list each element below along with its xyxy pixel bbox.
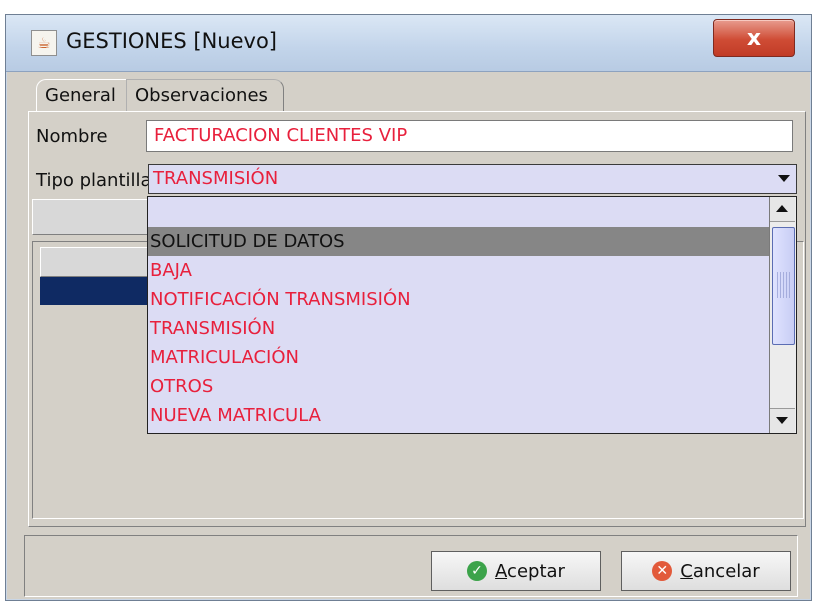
arrow-down-icon xyxy=(776,417,788,424)
title-bar[interactable]: ☕ GESTIONES [Nuevo] x xyxy=(6,15,811,72)
cancelar-button[interactable]: ✕ Cancelar xyxy=(621,551,791,591)
close-icon: x xyxy=(746,25,762,51)
tipo-plantilla-dropdown[interactable]: SOLICITUD DE DATOS BAJA NOTIFICACIÓN TRA… xyxy=(147,196,797,434)
tipo-plantilla-select[interactable]: TRANSMISIÓN xyxy=(148,164,797,194)
tab-general[interactable]: General xyxy=(36,79,138,112)
button-bar: ✓ Aceptar ✕ Cancelar xyxy=(24,535,798,597)
check-icon: ✓ xyxy=(467,561,488,581)
tipo-plantilla-label: Tipo plantilla xyxy=(36,170,152,191)
hidden-toolbar-button[interactable] xyxy=(32,199,154,235)
tab-observaciones-label: Observaciones xyxy=(135,85,268,106)
dropdown-item-otros[interactable]: OTROS xyxy=(148,372,772,401)
dropdown-item-baja[interactable]: BAJA xyxy=(148,256,772,285)
dropdown-item-notificacion[interactable]: NOTIFICACIÓN TRANSMISIÓN xyxy=(148,285,772,314)
aceptar-button[interactable]: ✓ Aceptar xyxy=(431,551,601,591)
close-button[interactable]: x xyxy=(713,19,795,57)
java-icon: ☕ xyxy=(31,30,57,56)
scroll-thumb[interactable] xyxy=(772,227,795,345)
cancel-icon: ✕ xyxy=(652,561,673,581)
dropdown-item-empty[interactable] xyxy=(148,198,772,227)
dropdown-item-solicitud[interactable]: SOLICITUD DE DATOS xyxy=(148,227,772,256)
scroll-up-button[interactable] xyxy=(770,197,795,222)
grid-header-cell xyxy=(40,247,154,277)
selected-grid-row[interactable] xyxy=(40,277,152,305)
nombre-label: Nombre xyxy=(36,126,108,147)
nombre-input[interactable]: FACTURACION CLIENTES VIP xyxy=(146,120,793,152)
window-title: GESTIONES [Nuevo] xyxy=(66,29,278,53)
tab-general-label: General xyxy=(45,85,116,106)
grip-icon xyxy=(777,272,790,298)
cancelar-label: Cancelar xyxy=(680,560,760,582)
dropdown-item-matriculacion[interactable]: MATRICULACIÓN xyxy=(148,343,772,372)
aceptar-label: Aceptar xyxy=(495,560,565,582)
scroll-down-button[interactable] xyxy=(770,408,795,433)
dropdown-item-nueva-matricula[interactable]: NUEVA MATRICULA xyxy=(148,401,772,430)
dropdown-scrollbar[interactable] xyxy=(769,197,796,433)
tipo-plantilla-value: TRANSMISIÓN xyxy=(153,168,279,189)
arrow-up-icon xyxy=(776,205,788,212)
chevron-down-icon[interactable] xyxy=(778,175,790,182)
dropdown-item-transmision[interactable]: TRANSMISIÓN xyxy=(148,314,772,343)
tab-observaciones[interactable]: Observaciones xyxy=(126,79,284,112)
